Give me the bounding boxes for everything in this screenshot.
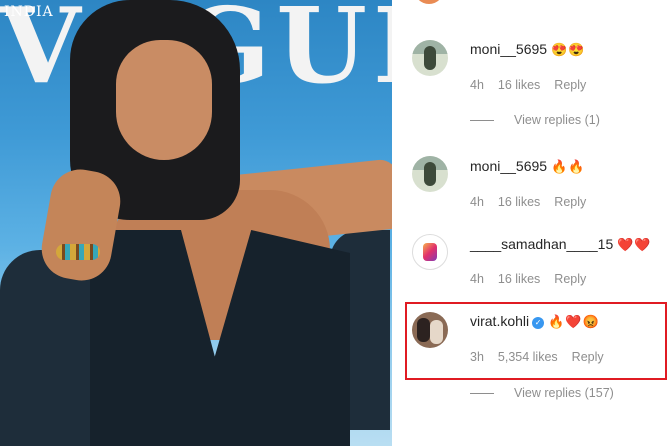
avatar-figure	[424, 162, 436, 186]
view-replies-label: View replies (1)	[514, 113, 600, 127]
comment-likes[interactable]: 16 likes	[498, 272, 540, 286]
bracelet	[56, 244, 100, 260]
comment-username[interactable]: moni__5695	[470, 158, 547, 174]
comment-text: 🔥🔥	[551, 159, 586, 174]
avatar[interactable]	[414, 0, 444, 4]
comment-username-line: moni__5695 🔥🔥	[470, 158, 585, 175]
instagram-glyph	[423, 243, 437, 261]
comment-time: 4h	[470, 195, 484, 209]
reply-button[interactable]: Reply	[554, 195, 586, 209]
comment-username-line: ____samadhan____15 ❤️❤️	[470, 236, 652, 253]
comment-likes[interactable]: 16 likes	[498, 78, 540, 92]
comment-time: 4h	[470, 78, 484, 92]
comment-text: ❤️❤️	[617, 237, 652, 252]
magazine-edition: INDIA	[4, 4, 54, 20]
comment-likes[interactable]: 16 likes	[498, 195, 540, 209]
user-avatar-photo[interactable]	[412, 40, 448, 76]
comment-time: 4h	[470, 272, 484, 286]
comment-username[interactable]: moni__5695	[470, 41, 547, 57]
replies-divider	[470, 393, 494, 395]
comment-text: 😍😍	[551, 42, 586, 57]
comment-username-line: moni__5695 😍😍	[470, 41, 585, 58]
comment-meta: 4h 16 likes Reply	[470, 195, 600, 209]
view-replies-button[interactable]: View replies (157)	[470, 386, 614, 400]
view-replies-label: View replies (157)	[514, 386, 614, 400]
comment-username[interactable]: ____samadhan____15	[470, 236, 613, 252]
user-avatar-photo[interactable]	[412, 156, 448, 192]
magazine-cover-image: VOGUE INDIA	[0, 0, 392, 446]
comment-meta: 4h 16 likes Reply	[470, 78, 600, 92]
reply-button[interactable]: Reply	[554, 272, 586, 286]
comment-meta: 4h 16 likes Reply	[470, 272, 600, 286]
view-replies-button[interactable]: View replies (1)	[470, 113, 600, 127]
figure-face	[116, 40, 212, 160]
instagram-icon[interactable]	[412, 234, 448, 270]
avatar-figure	[424, 46, 436, 70]
reply-button[interactable]: Reply	[554, 78, 586, 92]
highlight-box	[405, 302, 667, 380]
replies-divider	[470, 120, 494, 122]
